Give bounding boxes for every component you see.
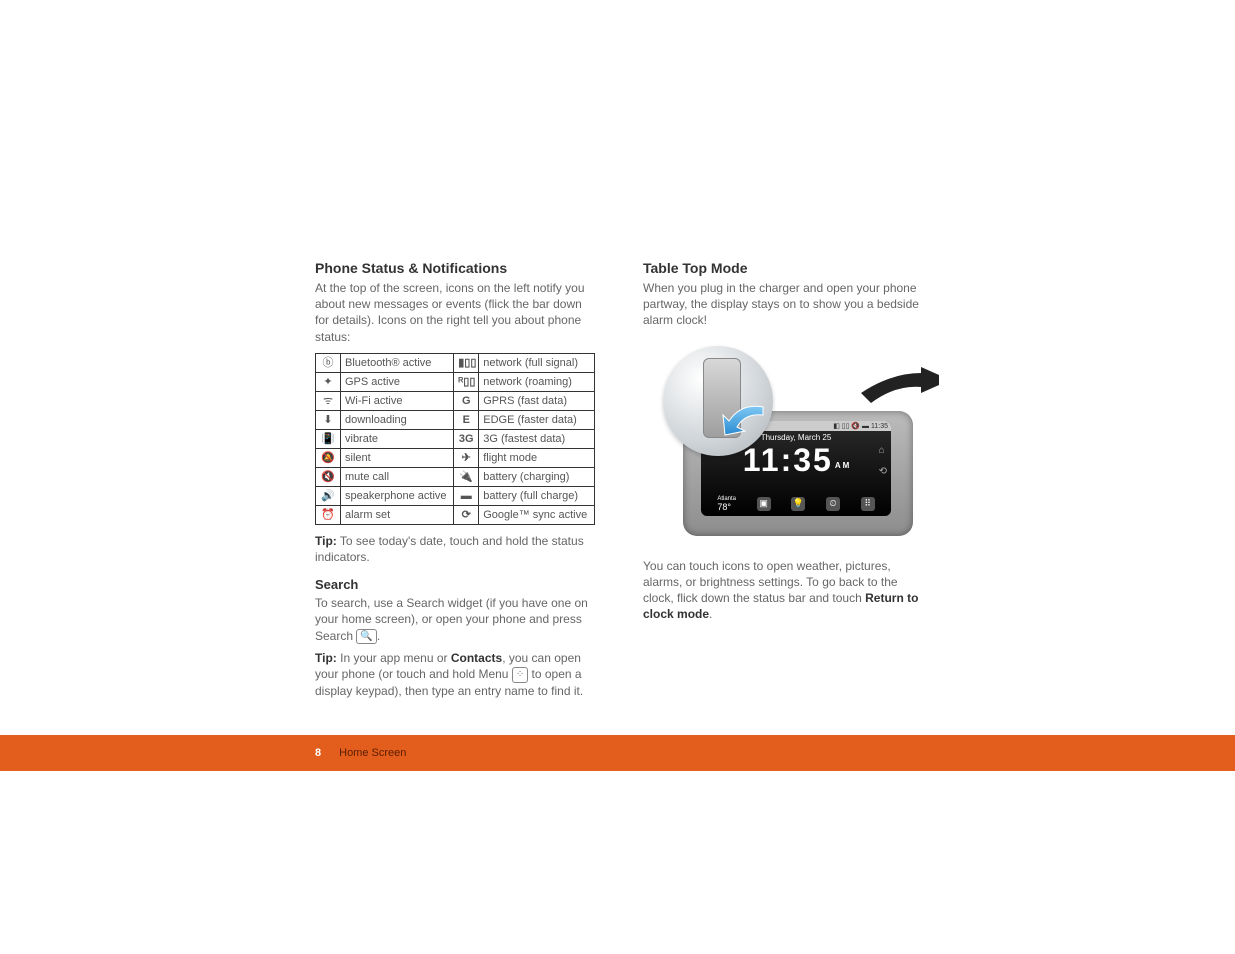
right-label: Google™ sync active <box>479 505 595 524</box>
3g-icon: 3G <box>454 429 479 448</box>
left-column: Phone Status & Notifications At the top … <box>315 260 595 705</box>
heading-search: Search <box>315 577 595 592</box>
picture-icon: ▣ <box>757 497 771 511</box>
gps-icon: ✦ <box>316 372 341 391</box>
tip2-a: In your app menu or <box>337 651 451 665</box>
status-icons-table: ⓑBluetooth® active▮▯▯network (full signa… <box>315 353 595 525</box>
left-label: speakerphone active <box>341 486 454 505</box>
back-icon: ⟲ <box>879 466 887 477</box>
sync-icon: ⟳ <box>454 505 479 524</box>
alarm-icon: ⏰ <box>316 505 341 524</box>
silent-icon: 🔕 <box>316 448 341 467</box>
table-row: 📳vibrate3G3G (fastest data) <box>316 429 595 448</box>
gprs-icon: G <box>454 391 479 410</box>
speakerphone-icon: 🔊 <box>316 486 341 505</box>
phone-time-val: 11:35 <box>743 442 833 478</box>
heading-phone-status: Phone Status & Notifications <box>315 260 595 276</box>
batt-full-icon: ▬ <box>454 486 479 505</box>
search-key-icon: 🔍 <box>356 629 376 645</box>
table-row: ✦GPS activeᴿ▯▯network (roaming) <box>316 372 595 391</box>
right-label: GPRS (fast data) <box>479 391 595 410</box>
left-label: vibrate <box>341 429 454 448</box>
left-label: mute call <box>341 467 454 486</box>
signal-full-icon: ▮▯▯ <box>454 353 479 372</box>
wifi-icon: ᯤ <box>316 391 341 410</box>
batt-charging-icon: 🔌 <box>454 467 479 486</box>
phone-time-ampm: AM <box>835 461 851 470</box>
tip-search: Tip: In your app menu or Contacts, you c… <box>315 650 595 699</box>
mute-icon: 🔇 <box>316 467 341 486</box>
right-label: EDGE (faster data) <box>479 410 595 429</box>
para-after-a: You can touch icons to open weather, pic… <box>643 559 898 605</box>
table-row: ᯤWi-Fi activeGGPRS (fast data) <box>316 391 595 410</box>
table-row: ⏰alarm set⟳Google™ sync active <box>316 505 595 524</box>
edge-icon: E <box>454 410 479 429</box>
open-arrow-icon <box>721 401 771 441</box>
para-search: To search, use a Search widget (if you h… <box>315 595 595 644</box>
alarm-icon: ⏲ <box>826 497 840 511</box>
bluetooth-icon: ⓑ <box>316 353 341 372</box>
apps-icon: ⠿ <box>861 497 875 511</box>
weather-temp: 78° <box>717 502 731 512</box>
right-label: network (roaming) <box>479 372 595 391</box>
right-label: flight mode <box>479 448 595 467</box>
phone-side-icons: ⌂ ⟲ <box>879 445 887 477</box>
vibrate-icon: 📳 <box>316 429 341 448</box>
menu-key-icon: ⁘ <box>512 667 528 683</box>
tabletop-illustration: ◧ ▯▯ 🔇 ▬ 11:35 Thursday, March 25 11:35A… <box>643 341 923 546</box>
page-footer: 8 Home Screen <box>0 735 1235 771</box>
para-after-b: . <box>709 607 712 621</box>
contacts-bold: Contacts <box>451 651 502 665</box>
home-icon: ⌂ <box>879 445 887 456</box>
left-label: alarm set <box>341 505 454 524</box>
heading-tabletop: Table Top Mode <box>643 260 923 276</box>
phone-bottom-row: Atlanta 78° ▣ 💡 ⏲ ⠿ <box>701 492 891 516</box>
tip-label: Tip: <box>315 534 337 548</box>
para-phone-status: At the top of the screen, icons on the l… <box>315 280 595 345</box>
right-column: Table Top Mode When you plug in the char… <box>643 260 923 705</box>
page: Phone Status & Notifications At the top … <box>0 0 1235 771</box>
right-label: 3G (fastest data) <box>479 429 595 448</box>
table-row: ⬇downloadingEEDGE (faster data) <box>316 410 595 429</box>
right-label: battery (full charge) <box>479 486 595 505</box>
weather-widget: Atlanta 78° <box>717 496 736 512</box>
tip-date: Tip: To see today's date, touch and hold… <box>315 533 595 565</box>
para-search-b: . <box>377 629 380 643</box>
page-number: 8 <box>315 747 321 759</box>
left-label: Bluetooth® active <box>341 353 454 372</box>
left-label: Wi-Fi active <box>341 391 454 410</box>
flight-icon: ✈ <box>454 448 479 467</box>
left-label: silent <box>341 448 454 467</box>
table-row: 🔊speakerphone active▬battery (full charg… <box>316 486 595 505</box>
bulb-icon: 💡 <box>791 497 805 511</box>
signal-roaming-icon: ᴿ▯▯ <box>454 372 479 391</box>
tip-label-2: Tip: <box>315 651 337 665</box>
para-tabletop: When you plug in the charger and open yo… <box>643 280 923 329</box>
right-label: battery (charging) <box>479 467 595 486</box>
left-label: downloading <box>341 410 454 429</box>
table-row: ⓑBluetooth® active▮▯▯network (full signa… <box>316 353 595 372</box>
section-name: Home Screen <box>339 747 406 759</box>
inset-circle <box>663 346 773 456</box>
table-row: 🔕silent✈flight mode <box>316 448 595 467</box>
columns: Phone Status & Notifications At the top … <box>0 260 1235 705</box>
charging-cable-icon <box>861 363 941 413</box>
right-label: network (full signal) <box>479 353 595 372</box>
download-icon: ⬇ <box>316 410 341 429</box>
para-after-illustration: You can touch icons to open weather, pic… <box>643 558 923 623</box>
tip-date-text: To see today's date, touch and hold the … <box>315 534 584 564</box>
table-row: 🔇mute call🔌battery (charging) <box>316 467 595 486</box>
left-label: GPS active <box>341 372 454 391</box>
